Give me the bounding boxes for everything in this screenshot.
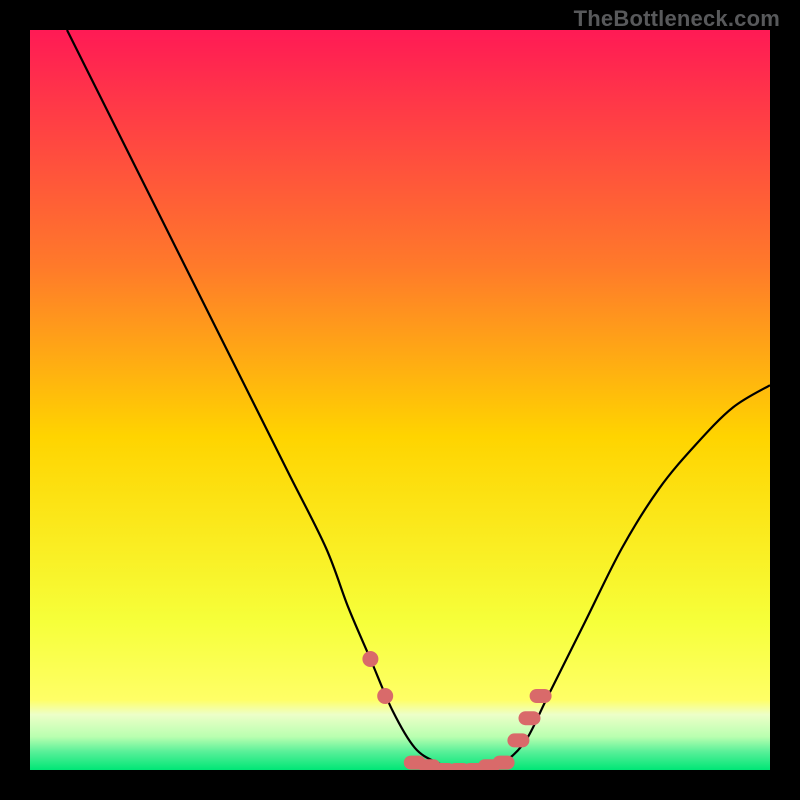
curve-marker (530, 689, 552, 703)
chart-svg (30, 30, 770, 770)
curve-marker (377, 688, 393, 704)
chart-frame: TheBottleneck.com (0, 0, 800, 800)
curve-marker (507, 733, 529, 747)
chart-plot-area (30, 30, 770, 770)
curve-marker (519, 711, 541, 725)
curve-marker (362, 651, 378, 667)
watermark-text: TheBottleneck.com (574, 6, 780, 32)
curve-marker (493, 756, 515, 770)
